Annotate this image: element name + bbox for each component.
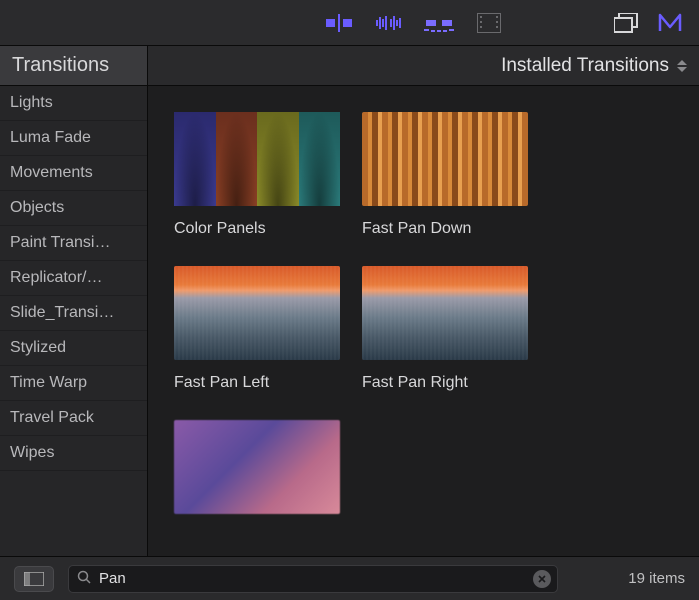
transition-item[interactable]: Color Panels	[174, 112, 340, 238]
transition-label: Fast Pan Down	[362, 220, 528, 238]
sidebar-item[interactable]: Paint Transi…	[0, 226, 147, 261]
transition-thumbnail	[174, 266, 340, 360]
search-input[interactable]	[99, 570, 525, 587]
transition-label: Color Panels	[174, 220, 340, 238]
sidebar-item[interactable]: Luma Fade	[0, 121, 147, 156]
search-field[interactable]	[68, 565, 558, 593]
transitions-media-icon[interactable]	[424, 8, 454, 38]
top-toolbar	[0, 0, 699, 46]
layout-toggle-button[interactable]	[14, 566, 54, 592]
sidebar-item[interactable]: Slide_Transi…	[0, 296, 147, 331]
browser-header: Transitions Installed Transitions	[0, 46, 699, 86]
transition-thumbnail	[362, 112, 528, 206]
sidebar-item[interactable]: Replicator/…	[0, 261, 147, 296]
transition-item[interactable]: Fast Pan Right	[362, 266, 528, 392]
sidebar-title: Transitions	[0, 46, 148, 85]
clear-search-button[interactable]	[533, 570, 551, 588]
sidebar-item[interactable]: Travel Pack	[0, 401, 147, 436]
sidebar-item[interactable]: Objects	[0, 191, 147, 226]
sidebar-item[interactable]: Lights	[0, 86, 147, 121]
sidebar-item[interactable]: Time Warp	[0, 366, 147, 401]
windows-icon[interactable]	[611, 8, 641, 38]
search-icon	[77, 570, 91, 588]
dropdown-label: Installed Transitions	[501, 55, 669, 77]
footer-bar: 19 items	[0, 556, 699, 600]
transition-thumbnail	[174, 112, 340, 206]
sidebar-item[interactable]: Stylized	[0, 331, 147, 366]
updown-icon	[677, 60, 687, 72]
transition-item[interactable]	[174, 420, 340, 528]
transition-label: Fast Pan Right	[362, 374, 528, 392]
m-icon[interactable]	[655, 8, 685, 38]
transition-label: Fast Pan Left	[174, 374, 340, 392]
sidebar-item[interactable]: Movements	[0, 156, 147, 191]
results-grid: Color Panels Fast Pan Down Fast Pan Left Fa…	[148, 86, 699, 556]
item-count: 19 items	[628, 570, 685, 587]
transition-thumbnail	[174, 420, 340, 514]
filmstrip-icon[interactable]	[474, 8, 504, 38]
sidebar-item[interactable]: Wipes	[0, 436, 147, 471]
transition-thumbnail	[362, 266, 528, 360]
align-icon[interactable]	[324, 8, 354, 38]
category-sidebar: LightsLuma FadeMovementsObjectsPaint Tra…	[0, 86, 148, 556]
waveform-icon[interactable]	[374, 8, 404, 38]
library-dropdown[interactable]: Installed Transitions	[148, 46, 699, 85]
transition-item[interactable]: Fast Pan Left	[174, 266, 340, 392]
transition-item[interactable]: Fast Pan Down	[362, 112, 528, 238]
